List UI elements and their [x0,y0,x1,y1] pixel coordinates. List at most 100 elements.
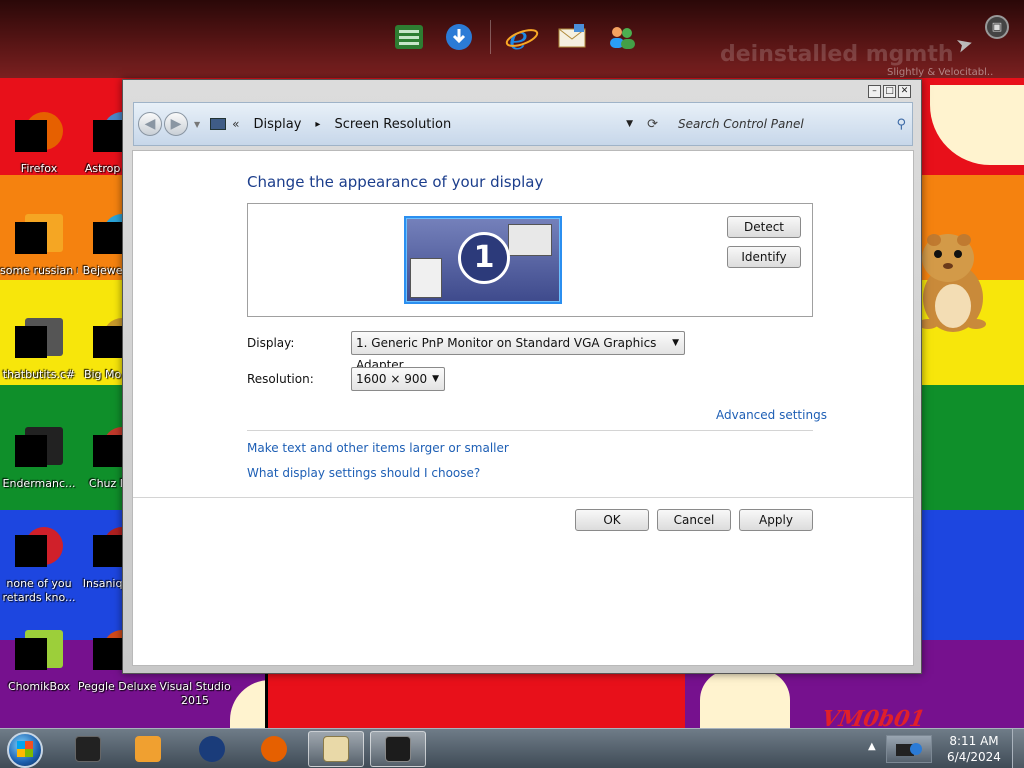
search-input[interactable]: Search Control Panel ⚲ [672,111,912,137]
screen-resolution-window: – □ ✕ ◀ ▶ ▼ « Display ▸ Screen Resolutio… [122,79,922,674]
explorer-icon [75,736,101,762]
redaction-box [15,326,47,358]
resolution-select-value: 1600 × 900 [356,372,428,386]
desktop-icon-none-of-you[interactable]: none of you retards kno... [0,527,78,605]
text-size-link[interactable]: Make text and other items larger or smal… [247,441,509,455]
hamster-mascot-icon [918,234,986,332]
minimize-icon[interactable]: – [868,85,881,98]
clock-time: 8:11 AM [949,734,999,748]
show-hidden-icons-icon[interactable]: ▲ [868,741,876,752]
forward-arrow-icon: ▶ [170,116,182,132]
redaction-box [93,435,125,467]
taskbar-item-firefox[interactable] [246,731,302,767]
redaction-box [15,435,47,467]
redaction-box [93,638,125,670]
control-panel-display-icon [210,118,227,130]
mini-window-graphic [410,258,442,298]
display-select[interactable]: 1. Generic PnP Monitor on Standard VGA G… [351,331,685,372]
breadcrumb-screen-resolution[interactable]: Screen Resolution [334,117,451,132]
advanced-settings-link[interactable]: Advanced settings [716,408,827,422]
wallpaper-watermark-sub: Slightly & Velocitabl.. [887,67,994,78]
internet-download-icon[interactable] [440,18,478,56]
maximize-icon[interactable]: □ [883,85,896,98]
desktop-icon-label: ChomikBox [8,680,70,693]
forward-button[interactable]: ▶ [164,112,188,136]
wallpaper-red-block [265,668,685,728]
control-panel-icon [323,736,349,762]
divider [247,430,813,431]
address-dropdown-icon[interactable]: ▼ [626,119,633,129]
desktop-icon-label: Visual Studio 2015 [159,680,231,707]
breadcrumb-overflow-icon[interactable]: « [232,117,239,131]
redaction-box [15,638,47,670]
close-icon[interactable]: ✕ [898,85,911,98]
top-dock: e [390,18,641,56]
display-label: Display: [247,336,295,350]
dock-separator [490,20,491,54]
show-desktop-button[interactable] [1012,729,1024,768]
briefcase-icon[interactable]: ▣ [985,15,1009,39]
page-title: Change the appearance of your display [247,173,544,191]
detect-button[interactable]: Detect [727,216,801,238]
recent-pages-dropdown-icon[interactable]: ▼ [194,120,200,129]
desktop-icon-firefox[interactable]: Firefox [0,112,78,176]
content-pane: Change the appearance of your display 1 … [132,150,914,666]
vm-label: VM0b01 [819,706,928,728]
clock-date: 6/4/2024 [947,750,1001,764]
cancel-button[interactable]: Cancel [657,509,731,531]
monitor-number: 1 [458,232,510,284]
taskbar-item-media-player[interactable] [120,731,176,767]
start-button[interactable] [7,732,43,768]
breadcrumb-separator-icon[interactable]: ▸ [315,119,320,130]
search-icon[interactable]: ⚲ [896,117,906,132]
taskbar-item-browser[interactable] [184,731,240,767]
chevron-down-icon: ▼ [432,374,439,384]
desktop-icon-some-russian[interactable]: some russian ran a rat [0,214,78,278]
redaction-box [15,222,47,254]
taskbar-item-explorer[interactable] [60,731,116,767]
resolution-label: Resolution: [247,372,314,386]
ok-button[interactable]: OK [575,509,649,531]
desktop-icon-thatbutits[interactable]: thatbutits.c# [0,318,78,382]
internet-explorer-icon[interactable]: e [503,18,541,56]
divider [133,497,913,498]
desktop-icon-label: Firefox [20,162,58,175]
mini-window-graphic [508,224,552,256]
spreadsheet-icon[interactable] [390,18,428,56]
tray-network-icon[interactable] [886,735,932,763]
redaction-box [15,120,47,152]
desktop-icon-endermanch[interactable]: Endermanc... [0,427,78,491]
window-controls: – □ ✕ [868,85,911,98]
browser-orb-icon [199,736,225,762]
people-icon[interactable] [603,18,641,56]
redaction-box [93,326,125,358]
desktop-icon-label: Endermanc... [2,477,76,490]
chevron-down-icon: ▼ [672,338,679,348]
wallpaper-blob [700,670,790,728]
identify-button[interactable]: Identify [727,246,801,268]
system-clock[interactable]: 8:11 AM 6/4/2024 [944,733,1004,765]
taskbar-item-control-panel[interactable] [308,731,364,767]
desktop-icon-chomikbox[interactable]: ChomikBox [0,630,78,694]
desktop-icon-label: Peggle Deluxe [78,680,156,693]
redaction-box [93,535,125,567]
firefox-icon [261,736,287,762]
taskbar: ▲ 8:11 AM 6/4/2024 [0,728,1024,768]
apply-button[interactable]: Apply [739,509,813,531]
monitor-1-icon[interactable]: 1 [404,216,562,304]
search-placeholder: Search Control Panel [678,117,804,131]
desktop-icon-label: some russian ran a rat [0,264,78,277]
taskbar-item-display[interactable] [370,731,426,767]
breadcrumb-display[interactable]: Display [254,117,302,132]
display-icon [385,736,411,762]
mail-icon[interactable] [553,18,591,56]
resolution-select[interactable]: 1600 × 900 ▼ [351,367,445,391]
monitor-arrangement-panel: 1 Detect Identify [247,203,813,317]
media-player-icon [135,736,161,762]
title-bar[interactable]: – □ ✕ [123,80,921,102]
redaction-box [93,222,125,254]
refresh-icon[interactable]: ⟳ [647,117,658,132]
display-settings-help-link[interactable]: What display settings should I choose? [247,466,480,480]
redaction-box [93,120,125,152]
back-button[interactable]: ◀ [138,112,162,136]
